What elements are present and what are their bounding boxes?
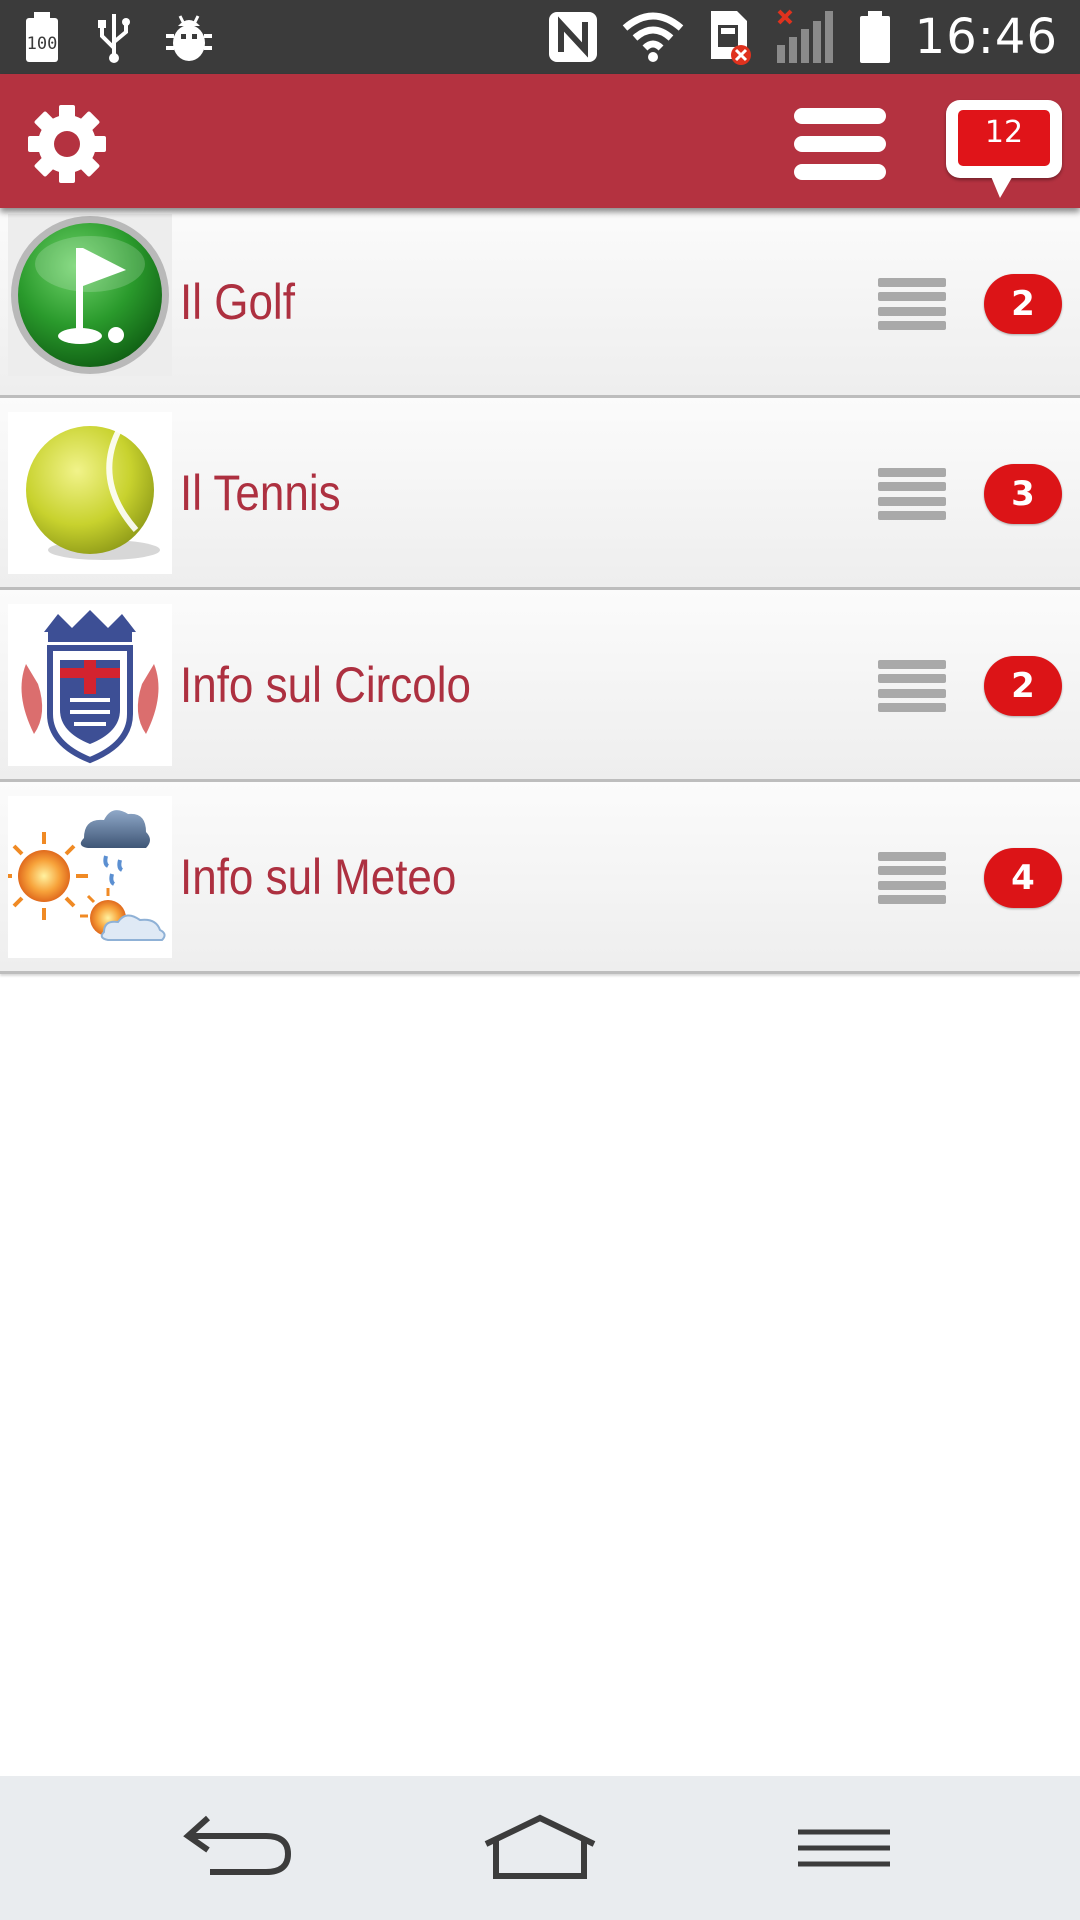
app-bar: 12 [0,74,1080,208]
list-item-title: Info sul Meteo [180,848,457,905]
chat-bubble-icon: 12 [946,100,1062,178]
status-time: 16:46 [914,9,1058,65]
section-list: Il Golf 2 Il Tennis 3 Info sul Circolo 2… [0,208,1080,974]
weather-icon [8,796,172,958]
list-item-circolo[interactable]: Info sul Circolo 2 [0,590,1080,782]
list-item-meteo[interactable]: Info sul Meteo 4 [0,782,1080,974]
home-button[interactable] [480,1810,600,1886]
nfc-icon [548,12,597,62]
drag-handle-icon[interactable] [878,852,946,904]
battery-icon [859,11,890,63]
recent-menu-button[interactable] [794,1810,894,1886]
drag-handle-icon[interactable] [878,660,946,712]
count-badge: 3 [984,464,1062,524]
drag-handle-icon[interactable] [878,468,946,520]
back-button[interactable] [180,1810,300,1886]
count-badge: 2 [984,656,1062,716]
list-item-title: Il Golf [180,273,295,330]
list-item-title: Info sul Circolo [180,656,472,713]
list-item-tennis[interactable]: Il Tennis 3 [0,398,1080,590]
golf-flag-icon [8,214,172,376]
home-icon [484,1814,596,1879]
count-badge: 2 [984,274,1062,334]
status-bar: 100 16:46 [0,0,1080,74]
wifi-icon [622,12,683,62]
gear-icon [28,105,106,183]
drag-handle-icon[interactable] [878,278,946,330]
list-item-title: Il Tennis [180,464,341,521]
debug-bug-icon [166,15,212,61]
messages-count: 12 [958,110,1050,166]
usb-icon [98,14,130,63]
count-badge: 4 [984,848,1062,908]
battery-level-text: 100 [27,34,58,54]
tennis-ball-icon [8,412,172,574]
battery-saver-icon: 100 [26,12,58,62]
sim-error-icon [710,11,751,65]
hamburger-menu-icon[interactable] [794,108,886,180]
navigation-bar [0,1776,1080,1920]
recent-menu-icon [798,1829,890,1867]
club-crest-icon [8,604,172,766]
list-item-golf[interactable]: Il Golf 2 [0,208,1080,398]
settings-button[interactable] [26,103,108,185]
signal-off-icon [776,9,833,63]
back-icon [183,1815,292,1875]
messages-button[interactable]: 12 [946,100,1064,200]
